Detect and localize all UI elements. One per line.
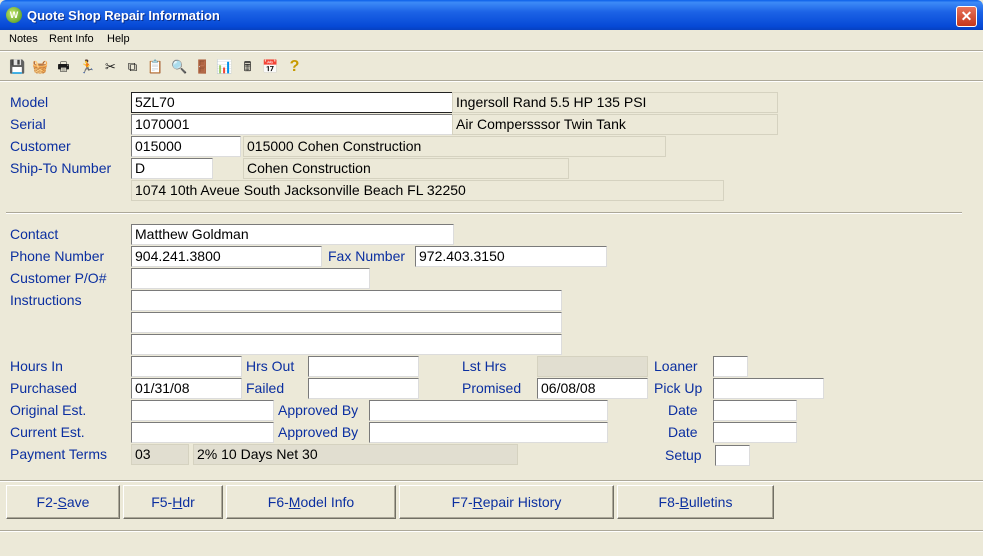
date-label-2: Date — [668, 424, 698, 440]
calculator-icon[interactable]: 🖩 — [238, 56, 257, 77]
close-button[interactable]: ✕ — [956, 6, 977, 27]
serial-description: Air Compersssor Twin Tank — [452, 114, 778, 135]
purchased-label: Purchased — [10, 380, 77, 396]
ship-to-label: Ship-To Number — [10, 160, 112, 176]
help-icon[interactable]: ? — [285, 56, 304, 77]
current-est-input[interactable] — [131, 422, 274, 443]
window-title: Quote Shop Repair Information — [27, 8, 220, 23]
fax-input[interactable]: 972.403.3150 — [415, 246, 607, 267]
model-input[interactable]: 5ZL70 — [131, 92, 453, 113]
copy-icon[interactable]: ⧉ — [123, 56, 142, 77]
quote-shop-repair-window: W Quote Shop Repair Information ✕ Notes … — [0, 0, 983, 556]
loaner-input[interactable] — [713, 356, 748, 377]
serial-label: Serial — [10, 116, 46, 132]
instructions-line-3[interactable] — [131, 334, 562, 355]
pick-up-label: Pick Up — [654, 380, 703, 396]
ship-to-input[interactable]: D — [131, 158, 213, 179]
setup-input[interactable] — [715, 445, 750, 466]
cut-icon[interactable]: ✂ — [101, 56, 120, 77]
date-label-1: Date — [668, 402, 698, 418]
payment-terms-description: 2% 10 Days Net 30 — [193, 444, 518, 465]
hours-in-label: Hours In — [10, 358, 63, 374]
toolbar-bottom-separator — [0, 80, 983, 82]
ship-to-description: Cohen Construction — [243, 158, 569, 179]
model-label: Model — [10, 94, 49, 110]
save-icon[interactable]: 💾 — [8, 56, 27, 77]
app-logo-icon: W — [6, 7, 22, 23]
f2-save-button[interactable]: F2-Save — [6, 485, 120, 519]
failed-input[interactable] — [308, 378, 419, 399]
customer-description: 015000 Cohen Construction — [243, 136, 666, 157]
approved-by-input-2[interactable] — [369, 422, 608, 443]
pick-up-input[interactable] — [713, 378, 824, 399]
hrs-out-input[interactable] — [308, 356, 419, 377]
title-bar[interactable]: W Quote Shop Repair Information ✕ — [0, 0, 983, 30]
model-description: Ingersoll Rand 5.5 HP 135 PSI — [452, 92, 778, 113]
runner-icon[interactable]: 🏃 — [78, 56, 97, 77]
menu-rent-info[interactable]: Rent Info — [49, 33, 94, 45]
lst-hrs-display — [537, 356, 648, 377]
calendar-icon[interactable]: 📅 — [261, 56, 280, 77]
hours-in-input[interactable] — [131, 356, 242, 377]
customer-label: Customer — [10, 138, 71, 154]
date-input-2[interactable] — [713, 422, 797, 443]
serial-input[interactable]: 1070001 — [131, 114, 453, 135]
section-divider — [6, 212, 962, 214]
status-bar — [0, 530, 983, 532]
failed-label: Failed — [246, 380, 285, 396]
paste-icon[interactable]: 📋 — [146, 56, 165, 77]
instructions-line-2[interactable] — [131, 312, 562, 333]
exit-door-icon[interactable]: 🚪 — [193, 56, 212, 77]
hrs-out-label: Hrs Out — [246, 358, 295, 374]
promised-input[interactable]: 06/08/08 — [537, 378, 648, 399]
approved-by-label-2: Approved By — [278, 424, 359, 440]
approved-by-label-1: Approved By — [278, 402, 359, 418]
f5-hdr-button[interactable]: F5-Hdr — [123, 485, 223, 519]
customer-po-label: Customer P/O# — [10, 270, 107, 286]
promised-label: Promised — [462, 380, 522, 396]
setup-label: Setup — [665, 447, 702, 463]
payment-terms-code: 03 — [131, 444, 189, 465]
find-icon[interactable]: 🔍 — [170, 56, 189, 77]
button-area-separator — [0, 480, 983, 482]
basket-icon[interactable]: 🧺 — [31, 56, 50, 77]
contact-label: Contact — [10, 226, 59, 242]
customer-po-input[interactable] — [131, 268, 370, 289]
menu-notes[interactable]: Notes — [9, 33, 38, 45]
instructions-line-1[interactable] — [131, 290, 562, 311]
current-est-label: Current Est. — [10, 424, 85, 440]
f8-bulletins-button[interactable]: F8-Bulletins — [617, 485, 774, 519]
print-icon[interactable]: 🖶 — [54, 56, 73, 77]
f7-repair-history-button[interactable]: F7-Repair History — [399, 485, 614, 519]
original-est-input[interactable] — [131, 400, 274, 421]
phone-input[interactable]: 904.241.3800 — [131, 246, 322, 267]
phone-label: Phone Number — [10, 248, 105, 264]
approved-by-input-1[interactable] — [369, 400, 608, 421]
lst-hrs-label: Lst Hrs — [462, 358, 507, 374]
instructions-label: Instructions — [10, 292, 82, 308]
menu-help[interactable]: Help — [107, 33, 130, 45]
original-est-label: Original Est. — [10, 402, 87, 418]
date-input-1[interactable] — [713, 400, 797, 421]
payment-terms-label: Payment Terms — [10, 446, 107, 462]
f6-model-info-button[interactable]: F6-Model Info — [226, 485, 396, 519]
chart-icon[interactable]: 📊 — [215, 56, 234, 77]
customer-input[interactable]: 015000 — [131, 136, 241, 157]
toolbar: 💾 🧺 🖶 🏃 ✂ ⧉ 📋 🔍 🚪 📊 🖩 📅 ? — [0, 52, 983, 80]
fax-label: Fax Number — [328, 248, 406, 264]
purchased-input[interactable]: 01/31/08 — [131, 378, 242, 399]
contact-input[interactable]: Matthew Goldman — [131, 224, 454, 245]
address-display: 1074 10th Aveue South Jacksonville Beach… — [131, 180, 724, 201]
menu-bar: Notes Rent Info Help — [0, 30, 983, 49]
loaner-label: Loaner — [654, 358, 698, 374]
